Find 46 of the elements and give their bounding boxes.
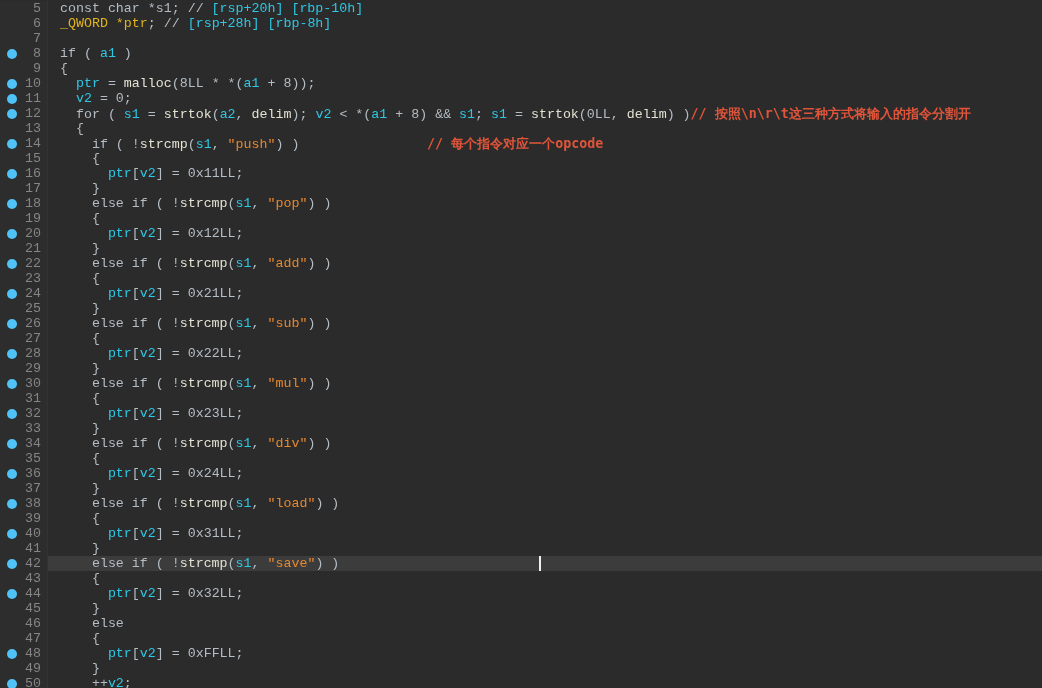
line-number: 43 — [25, 571, 41, 586]
line-number: 41 — [25, 541, 41, 556]
line-number: 31 — [25, 391, 41, 406]
line-number: 20 — [25, 226, 41, 241]
line-number: 13 — [25, 121, 41, 136]
line-number: 25 — [25, 301, 41, 316]
line-number: 19 — [25, 211, 41, 226]
line-number: 24 — [25, 286, 41, 301]
line-number: 32 — [25, 406, 41, 421]
line-number: 46 — [25, 616, 41, 631]
line-number: 29 — [25, 361, 41, 376]
line-number: 7 — [33, 31, 41, 46]
line-number: 18 — [25, 196, 41, 211]
line-number: 26 — [25, 316, 41, 331]
line-number: 33 — [25, 421, 41, 436]
line-number: 15 — [25, 151, 41, 166]
line-number: 49 — [25, 661, 41, 676]
line-number: 48 — [25, 646, 41, 661]
line-number: 8 — [33, 46, 41, 61]
line-number: 23 — [25, 271, 41, 286]
line-number: 21 — [25, 241, 41, 256]
line-number: 40 — [25, 526, 41, 541]
line-number: 45 — [25, 601, 41, 616]
line-number: 34 — [25, 436, 41, 451]
line-number: 10 — [25, 76, 41, 91]
line-number: 37 — [25, 481, 41, 496]
line-number: 42 — [25, 556, 41, 571]
line-number: 39 — [25, 511, 41, 526]
line-number: 6 — [33, 16, 41, 31]
line-number: 17 — [25, 181, 41, 196]
line-number: 36 — [25, 466, 41, 481]
line-number: 16 — [25, 166, 41, 181]
line-number: 27 — [25, 331, 41, 346]
line-number: 38 — [25, 496, 41, 511]
line-number: 9 — [33, 61, 41, 76]
line-number: 47 — [25, 631, 41, 646]
line-number: 28 — [25, 346, 41, 361]
line-number: 11 — [25, 91, 41, 106]
line-number: 22 — [25, 256, 41, 271]
line-number: 12 — [25, 106, 41, 121]
line-number: 5 — [33, 1, 41, 16]
line-number: 50 — [25, 676, 41, 688]
line-number: 30 — [25, 376, 41, 391]
line-number: 14 — [25, 136, 41, 151]
line-number: 35 — [25, 451, 41, 466]
line-number: 44 — [25, 586, 41, 601]
